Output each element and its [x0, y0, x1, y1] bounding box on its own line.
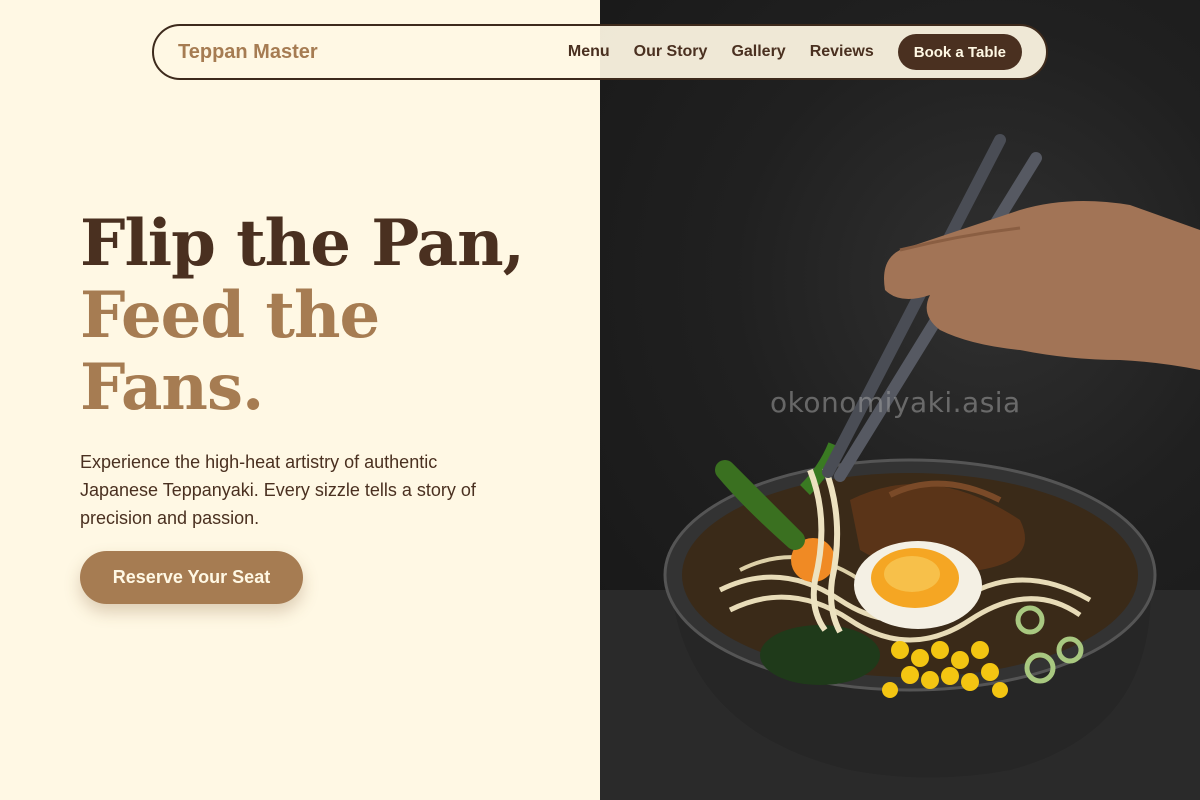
nav-link-menu[interactable]: Menu [568, 43, 610, 61]
reserve-seat-button[interactable]: Reserve Your Seat [80, 551, 303, 604]
top-navbar: Teppan Master Menu Our Story Gallery Rev… [152, 24, 1048, 80]
hero-description: Experience the high-heat artistry of aut… [80, 452, 476, 528]
hero-title-line-2: Feed the [80, 278, 380, 353]
nav-link-our-story[interactable]: Our Story [634, 43, 708, 61]
book-table-button[interactable]: Book a Table [897, 34, 1022, 70]
brand-logo[interactable]: Teppan Master [178, 41, 318, 64]
nav-link-gallery[interactable]: Gallery [731, 43, 785, 61]
hero-title-line-1: Flip the Pan, [80, 206, 525, 281]
hero-title: Flip the Pan, Feed the Fans. [80, 206, 525, 425]
hero-title-line-3: Fans. [80, 350, 264, 425]
watermark-text: okonomiyaki.asia [770, 386, 1021, 419]
hand [884, 201, 1200, 370]
nav-links: Menu Our Story Gallery Reviews Book a Ta… [568, 34, 1022, 70]
spinach [760, 625, 880, 685]
nav-link-reviews[interactable]: Reviews [810, 43, 874, 61]
